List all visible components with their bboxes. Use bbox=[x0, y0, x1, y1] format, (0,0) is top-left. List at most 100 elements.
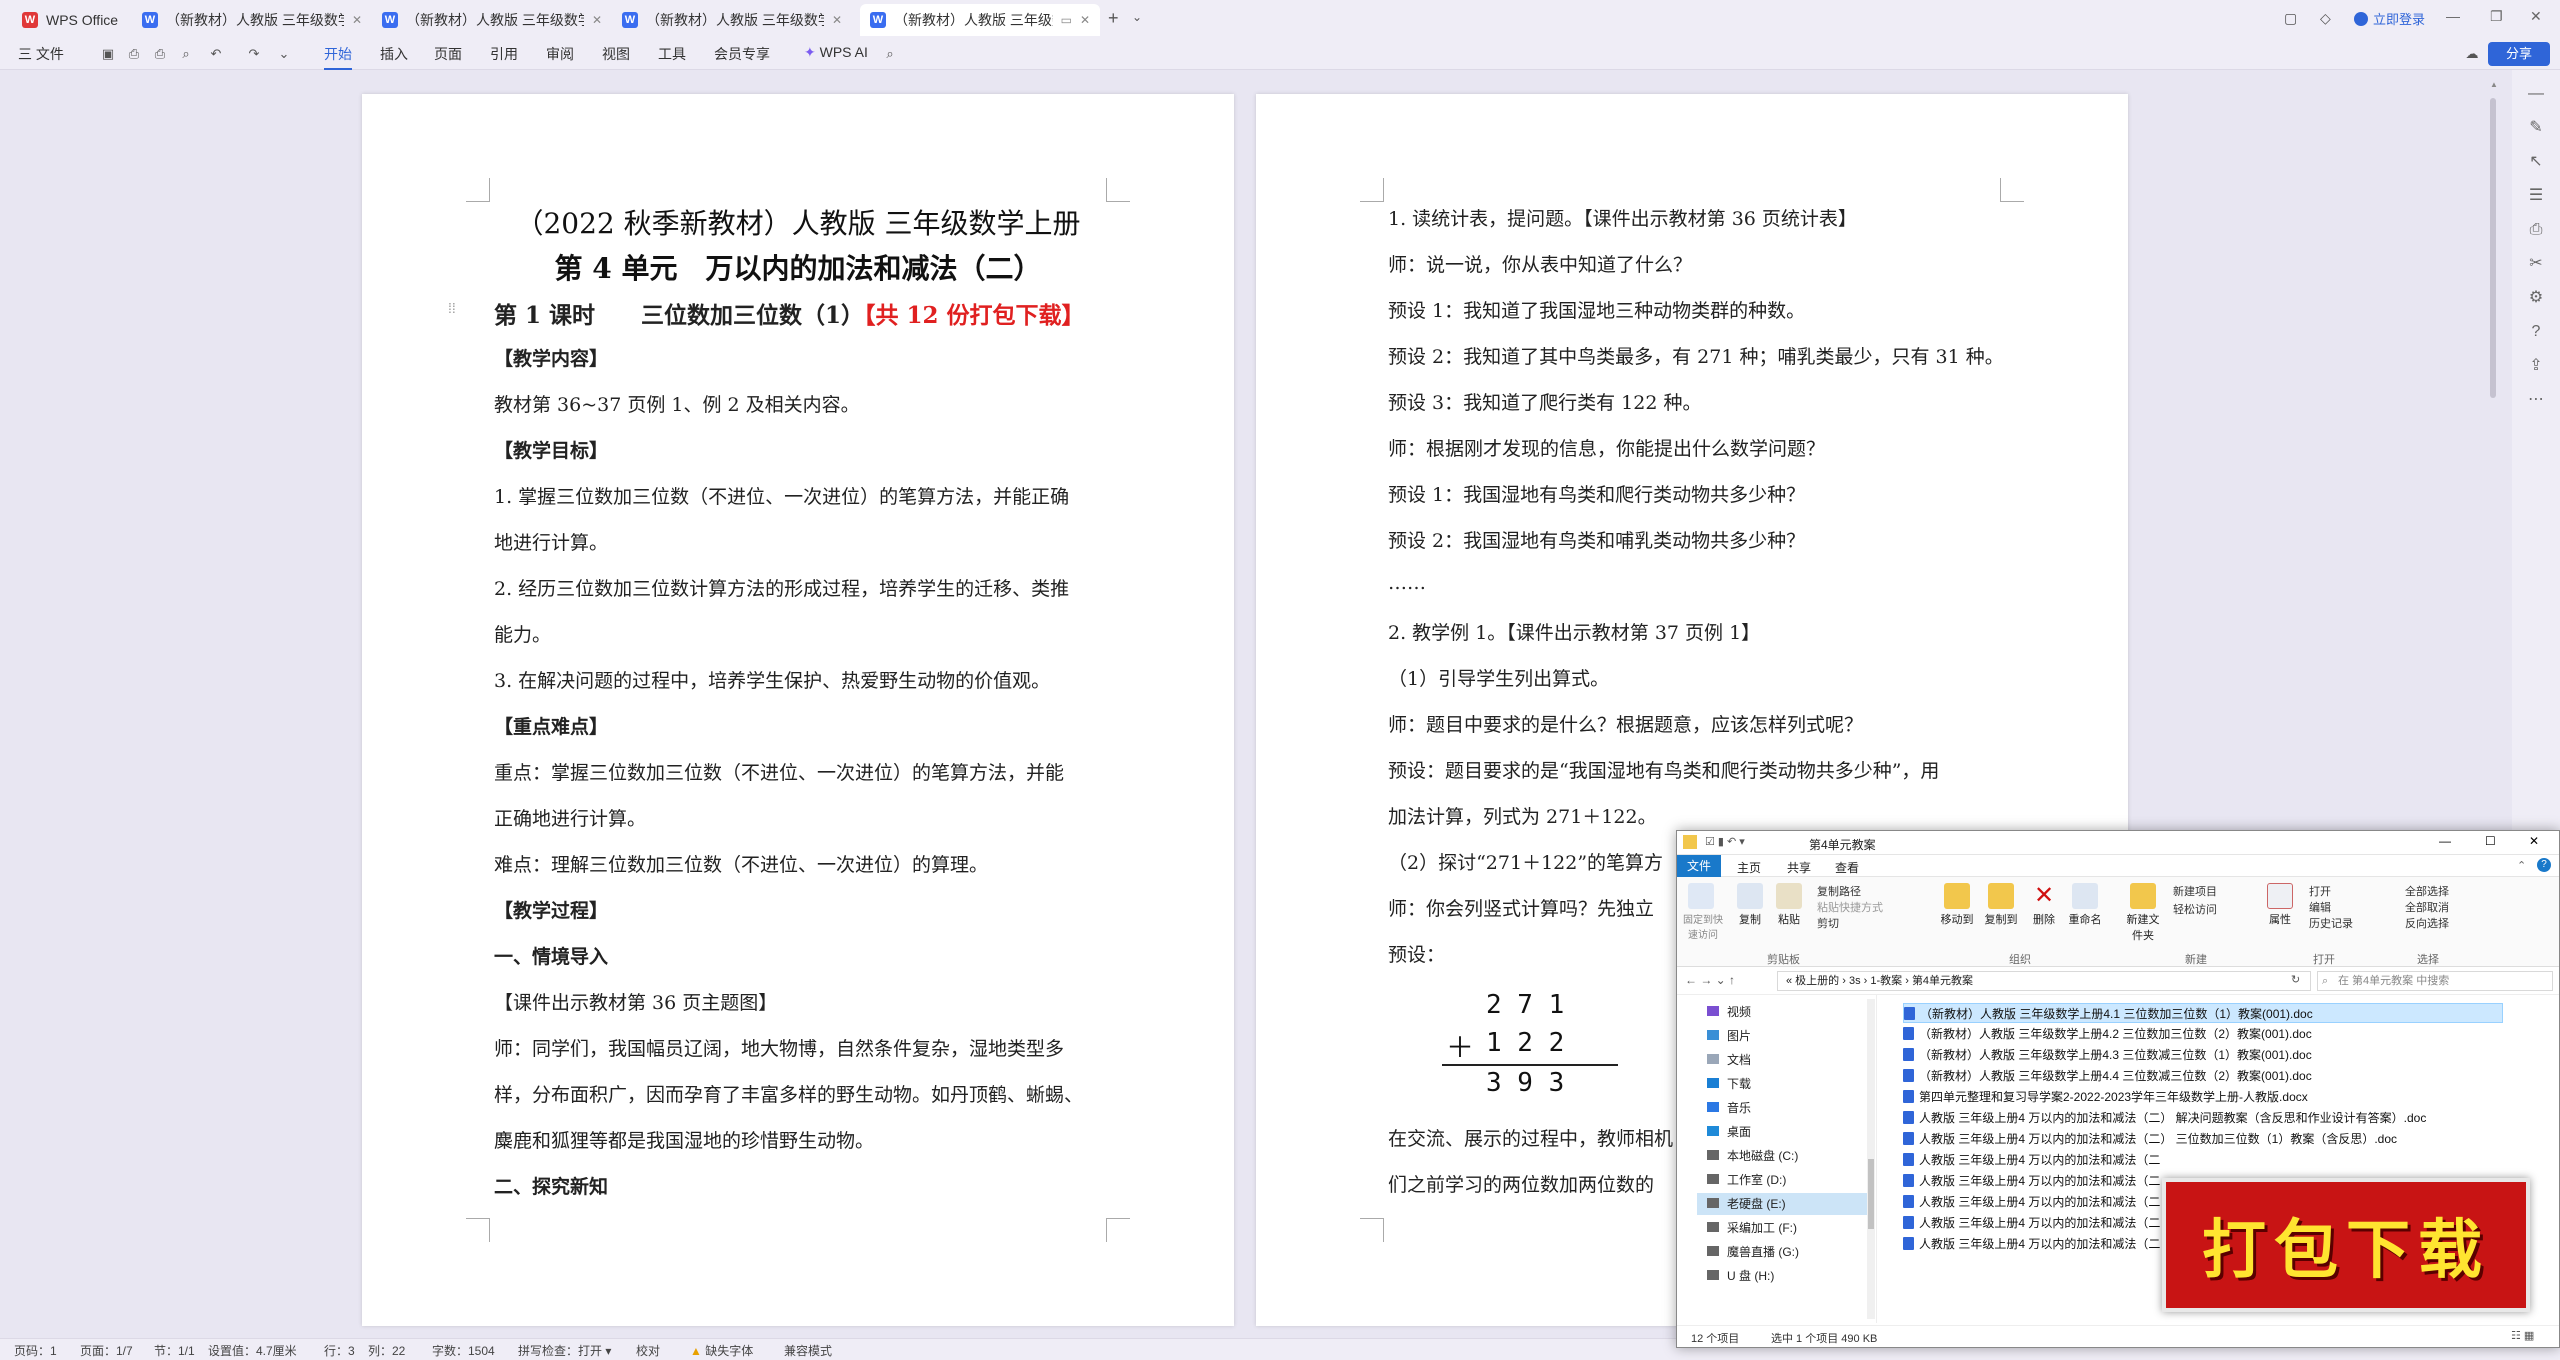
nav-item[interactable]: 图片 bbox=[1697, 1025, 1867, 1047]
monitor-icon[interactable]: ▭ bbox=[1061, 13, 1072, 27]
restore-icon[interactable]: ❐ bbox=[2490, 8, 2503, 25]
file-row[interactable]: （新教材）人教版 三年级数学上册4.3 三位数减三位数（1）教案(001).do… bbox=[1903, 1045, 2503, 1065]
new-item-button[interactable]: 新建项目 bbox=[2173, 883, 2217, 899]
nav-back-forward-icons[interactable]: ← → ⌄ ↑ bbox=[1685, 973, 1735, 987]
properties-button[interactable]: 属性 bbox=[2265, 883, 2295, 927]
close-icon[interactable]: ✕ bbox=[352, 13, 362, 27]
new-folder-button[interactable]: 新建文件夹 bbox=[2123, 883, 2163, 943]
tab-wps-office[interactable]: W WPS Office bbox=[12, 4, 132, 36]
status-proofread[interactable]: 校对 bbox=[636, 1342, 660, 1359]
minimize-icon[interactable]: — bbox=[2446, 8, 2460, 24]
more-icon[interactable]: ⋯ bbox=[2526, 390, 2546, 410]
gear-icon[interactable]: ⚙ bbox=[2526, 288, 2546, 308]
close-window-icon[interactable]: ✕ bbox=[2530, 8, 2542, 25]
menu-review[interactable]: 审阅 bbox=[546, 44, 574, 64]
close-icon[interactable]: ✕ bbox=[2529, 834, 2539, 848]
paste-shortcut-button[interactable]: 粘贴快捷方式 bbox=[1817, 899, 1883, 915]
cut-button[interactable]: 剪切 bbox=[1817, 915, 1839, 931]
help-icon[interactable]: ? bbox=[2526, 322, 2546, 342]
nav-item[interactable]: 音乐 bbox=[1697, 1097, 1867, 1119]
view-toggle-icons[interactable]: ☷ ▦ bbox=[2511, 1329, 2534, 1342]
file-menu[interactable]: 三 文件 bbox=[18, 44, 64, 64]
export-pdf-icon[interactable]: ⎙ bbox=[126, 46, 142, 62]
refresh-icon[interactable]: ↻ bbox=[2291, 973, 2300, 986]
file-row[interactable]: 人教版 三年级上册4 万以内的加法和减法（二） 解决问题教案（含反思和作业设计有… bbox=[1903, 1108, 2503, 1128]
breadcrumb-item[interactable]: 3s bbox=[1849, 975, 1861, 987]
save-icon[interactable]: ▣ bbox=[100, 46, 116, 62]
print-preview-icon[interactable]: ⌕ bbox=[178, 46, 194, 62]
history-button[interactable]: 历史记录 bbox=[2309, 915, 2353, 931]
nav-item[interactable]: 文档 bbox=[1697, 1049, 1867, 1071]
copy-button[interactable]: 复制 bbox=[1735, 883, 1765, 927]
pen-icon[interactable]: ✎ bbox=[2526, 118, 2546, 138]
nav-item[interactable]: 本地磁盘 (C:) bbox=[1697, 1145, 1867, 1167]
file-row[interactable]: 人教版 三年级上册4 万以内的加法和减法（二） 三位数加三位数（1）教案（含反思… bbox=[1903, 1129, 2503, 1149]
tab-document-active[interactable]: W （新教材）人教版 三年级数学 ▭ ✕ bbox=[860, 4, 1100, 36]
breadcrumb-item[interactable]: 1-教案 bbox=[1870, 975, 1902, 987]
nav-item[interactable]: 桌面 bbox=[1697, 1121, 1867, 1143]
invert-selection-button[interactable]: 反向选择 bbox=[2405, 915, 2449, 931]
delete-button[interactable]: ✕ 删除 bbox=[2029, 883, 2059, 927]
copy-path-button[interactable]: 复制路径 bbox=[1817, 883, 1861, 899]
ribbon-tab-view[interactable]: 查看 bbox=[1835, 859, 1859, 876]
scrollbar-thumb[interactable] bbox=[2490, 98, 2496, 398]
search-box[interactable]: ⌕ 在 第4单元教案 中搜索 bbox=[2317, 971, 2553, 991]
window-icon[interactable]: ▢ bbox=[2284, 10, 2297, 27]
ribbon-collapse-icon[interactable]: ⌃ bbox=[2517, 859, 2526, 872]
status-missing-fonts[interactable]: ▲ 缺失字体 bbox=[690, 1342, 753, 1359]
rename-button[interactable]: 重命名 bbox=[2065, 883, 2105, 927]
ribbon-tab-file[interactable]: 文件 bbox=[1677, 855, 1721, 877]
print-icon[interactable]: ⎙ bbox=[152, 46, 168, 62]
status-page-count[interactable]: 页面：1/7 bbox=[80, 1342, 133, 1359]
file-row[interactable]: （新教材）人教版 三年级数学上册4.2 三位数加三位数（2）教案(001).do… bbox=[1903, 1024, 2503, 1044]
help-icon[interactable]: ? bbox=[2537, 858, 2551, 872]
breadcrumb-item[interactable]: 第4单元教案 bbox=[1912, 975, 1973, 987]
nav-item[interactable]: 老硬盘 (E:) bbox=[1697, 1193, 1867, 1215]
search-icon[interactable]: ⌕ bbox=[882, 46, 898, 62]
ribbon-tab-home[interactable]: 主页 bbox=[1737, 859, 1761, 876]
select-none-button[interactable]: 全部取消 bbox=[2405, 899, 2449, 915]
tab-document-2[interactable]: W （新教材）人教版 三年级数学上册 ✕ bbox=[372, 4, 612, 36]
open-button[interactable]: 打开 bbox=[2309, 883, 2331, 899]
nav-item[interactable]: U 盘 (H:) bbox=[1697, 1265, 1867, 1287]
share-icon[interactable]: ⇪ bbox=[2526, 356, 2546, 376]
wps-ai-button[interactable]: ✦ WPS AI bbox=[804, 44, 868, 61]
chevron-down-icon[interactable]: ⌄ bbox=[1132, 10, 1142, 24]
file-row[interactable]: 人教版 三年级上册4 万以内的加法和减法（二 bbox=[1903, 1150, 2503, 1170]
copy-to-button[interactable]: 复制到 bbox=[1981, 883, 2021, 927]
move-to-button[interactable]: 移动到 bbox=[1937, 883, 1977, 927]
nav-item[interactable]: 魔兽直播 (G:) bbox=[1697, 1241, 1867, 1263]
more-chevron-icon[interactable]: ⌄ bbox=[276, 46, 292, 62]
quick-access-toolbar-icons[interactable]: ☑ ▮ ↶ ▾ bbox=[1705, 835, 1745, 848]
redo-icon[interactable]: ↷ bbox=[246, 46, 262, 62]
easy-access-button[interactable]: 轻松访问 bbox=[2173, 901, 2217, 917]
file-row[interactable]: （新教材）人教版 三年级数学上册4.1 三位数加三位数（1）教案(001).do… bbox=[1903, 1003, 2503, 1023]
menu-member[interactable]: 会员专享 bbox=[714, 44, 770, 64]
download-promo-badge[interactable]: 打包下载 bbox=[2162, 1178, 2530, 1312]
tab-document-3[interactable]: W （新教材）人教版 三年级数学上册 ✕ bbox=[612, 4, 852, 36]
nav-item[interactable]: 视频 bbox=[1697, 1001, 1867, 1023]
status-spell-check[interactable]: 拼写检查：打开 ▾ bbox=[518, 1342, 611, 1359]
file-row[interactable]: 第四单元整理和复习导学案2-2022-2023学年三年级数学上册-人教版.doc… bbox=[1903, 1087, 2503, 1107]
share-button[interactable]: 分享 bbox=[2488, 42, 2550, 66]
undo-icon[interactable]: ↶ bbox=[208, 46, 224, 62]
format-icon[interactable]: ⎙ bbox=[2526, 220, 2546, 240]
cloud-icon[interactable]: ☁ bbox=[2464, 46, 2480, 62]
close-icon[interactable]: ✕ bbox=[1080, 13, 1090, 27]
nav-item[interactable]: 下载 bbox=[1697, 1073, 1867, 1095]
nav-item[interactable]: 采编加工 (F:) bbox=[1697, 1217, 1867, 1239]
select-arrow-icon[interactable]: ↖ bbox=[2526, 152, 2546, 172]
paste-button[interactable]: 粘贴 bbox=[1771, 883, 1807, 927]
tab-document-1[interactable]: W （新教材）人教版 三年级数学上册 ✕ bbox=[132, 4, 372, 36]
menu-page[interactable]: 页面 bbox=[434, 44, 462, 64]
tools-icon[interactable]: ✂ bbox=[2526, 254, 2546, 274]
pin-quick-access-button[interactable]: 固定到快速访问 bbox=[1681, 883, 1723, 941]
edit-button[interactable]: 编辑 bbox=[2309, 899, 2331, 915]
scroll-up-icon[interactable]: ▲ bbox=[2490, 80, 2498, 89]
cube-icon[interactable]: ◇ bbox=[2320, 10, 2331, 27]
close-icon[interactable]: ✕ bbox=[592, 13, 602, 27]
nav-scrollbar-thumb[interactable] bbox=[1868, 1159, 1874, 1229]
menu-view[interactable]: 视图 bbox=[602, 44, 630, 64]
minimize-icon[interactable]: — bbox=[2439, 834, 2451, 848]
drag-handle-icon[interactable]: ⁞⁞ bbox=[448, 300, 456, 316]
